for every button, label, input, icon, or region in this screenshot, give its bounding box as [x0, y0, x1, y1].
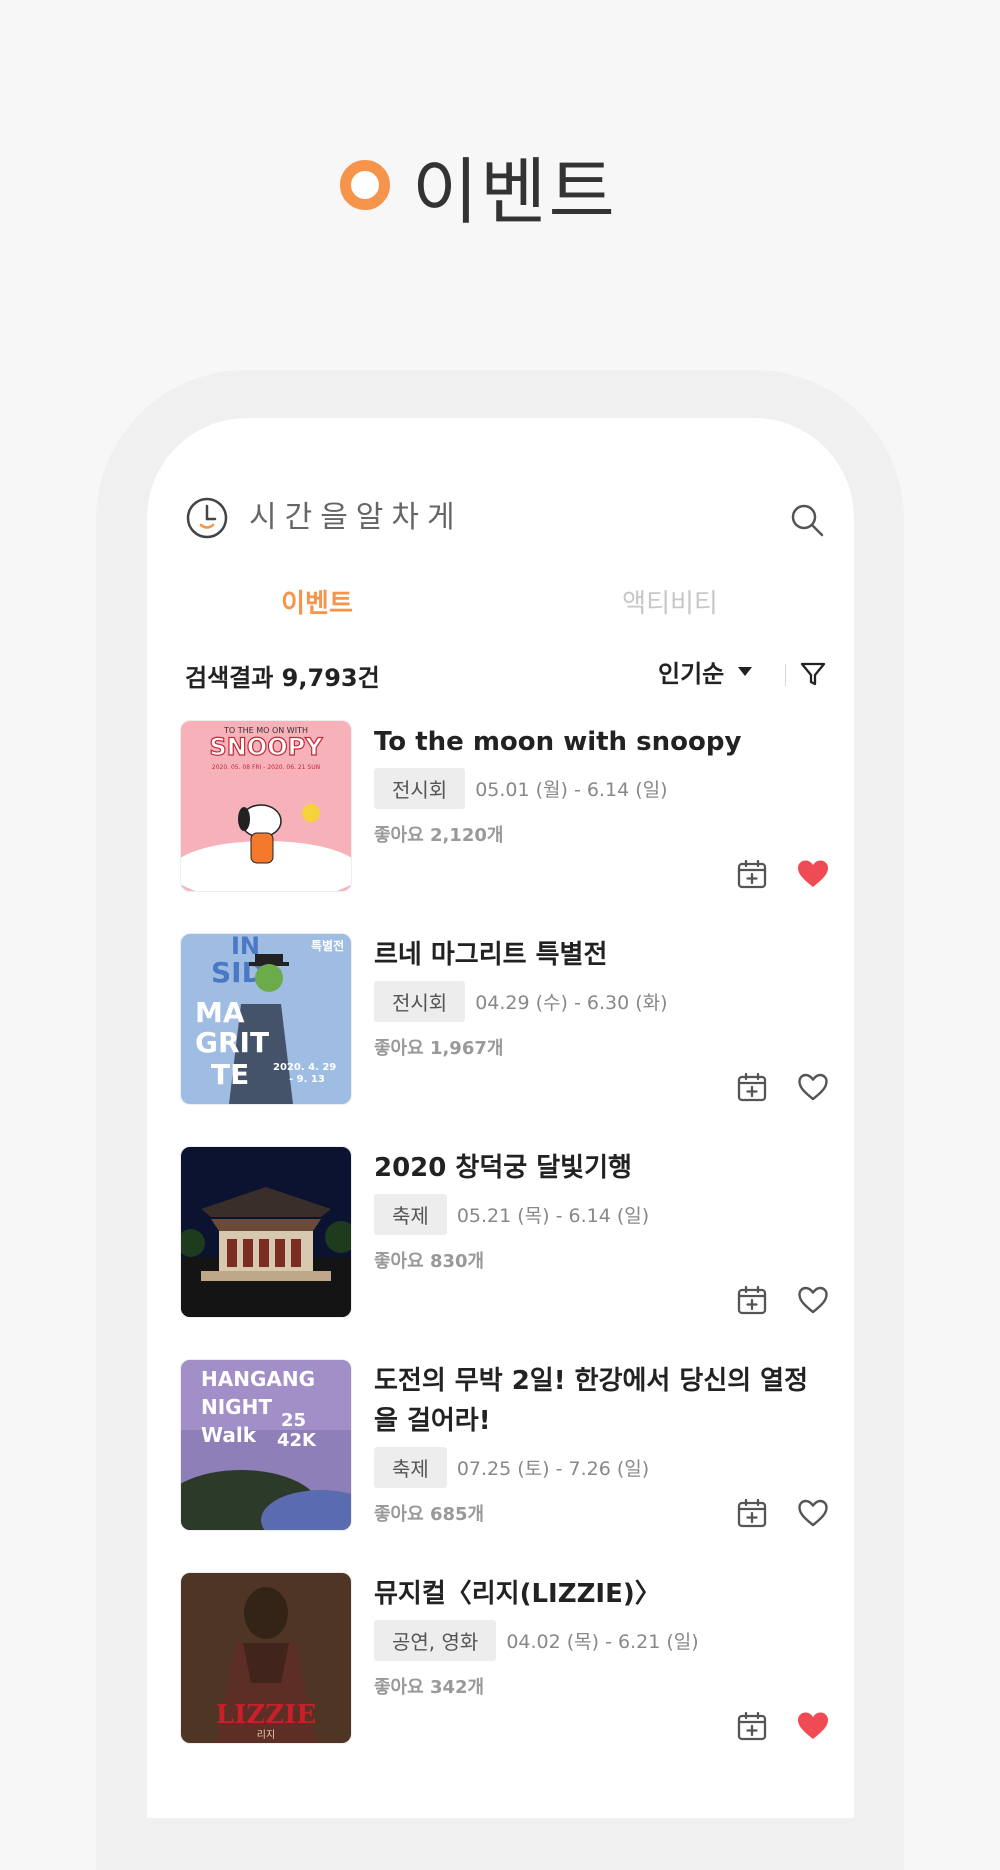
event-info: To the moon with snoopy 전시회 05.01 (월) - … — [374, 720, 814, 847]
item-actions — [736, 1284, 830, 1316]
event-meta: 축제 07.25 (토) - 7.26 (일) — [374, 1447, 814, 1488]
thumb-text: GRIT — [195, 1026, 269, 1059]
event-thumbnail: TO THE MO ON WITH SNOOPY 2020. 05. 08 FR… — [180, 720, 352, 892]
event-title: 2020 창덕궁 달빛기행 — [374, 1153, 632, 1183]
event-meta: 전시회 05.01 (월) - 6.14 (일) — [374, 768, 814, 809]
like-count: 좋아요 830개 — [374, 1251, 485, 1272]
thumb-text: 2020. 4. 29 — [273, 1062, 336, 1073]
heart-filled-icon[interactable] — [796, 1710, 830, 1742]
thumb-text: HANGANG — [201, 1367, 315, 1391]
event-meta: 축제 05.21 (목) - 6.14 (일) — [374, 1194, 814, 1235]
calendar-add-icon[interactable] — [736, 1284, 768, 1316]
event-date: 04.29 (수) - 6.30 (화) — [475, 992, 668, 1014]
like-count: 좋아요 1,967개 — [374, 1038, 504, 1059]
filter-icon[interactable] — [797, 658, 829, 690]
tab-activities[interactable]: 액티비티 — [570, 578, 770, 630]
calendar-add-icon[interactable] — [736, 858, 768, 890]
heart-filled-icon[interactable] — [796, 858, 830, 890]
category-tag: 전시회 — [374, 768, 466, 809]
tab-events[interactable]: 이벤트 — [217, 578, 417, 630]
category-tag: 축제 — [374, 1447, 447, 1488]
like-count: 좋아요 2,120개 — [374, 825, 504, 846]
search-icon[interactable] — [789, 502, 825, 538]
item-actions — [736, 1497, 830, 1529]
event-item[interactable]: HANGANG NIGHT Walk 25 42K 도전의 무박 2일! 한강에… — [180, 1359, 830, 1531]
clock-smile-logo-icon — [186, 497, 228, 539]
phone-screen: 시간을알차게 이벤트 액티비티 검색결과 9,793건 인기순 TO THE M… — [147, 418, 854, 1818]
sort-label: 인기순 — [658, 660, 725, 688]
section-title: 이벤트 — [412, 149, 617, 234]
caret-down-icon — [738, 667, 753, 676]
thumb-text: LIZZIE — [216, 1700, 316, 1730]
divider — [785, 664, 786, 686]
thumb-text: 2020. 05. 08 FRI - 2020. 06. 21 SUN — [212, 764, 320, 771]
sort-dropdown[interactable]: 인기순 — [658, 654, 753, 689]
thumb-text: 42K — [277, 1430, 317, 1451]
result-toolbar: 검색결과 9,793건 인기순 — [185, 650, 826, 700]
like-count: 좋아요 342개 — [374, 1677, 485, 1698]
event-item[interactable]: IN SIDE 특별전 MA GRIT TE 2020. 4. 29 - 9. … — [180, 933, 830, 1105]
thumb-text: SNOOPY — [209, 733, 323, 761]
event-title: 도전의 무박 2일! 한강에서 당신의 열정을 걸어라! — [374, 1366, 809, 1436]
event-item[interactable]: 2020 창덕궁 달빛기행 축제 05.21 (목) - 6.14 (일) 좋아… — [180, 1146, 830, 1318]
heart-outline-icon[interactable] — [796, 1284, 830, 1316]
event-meta: 공연, 영화 04.02 (목) - 6.21 (일) — [374, 1620, 814, 1661]
event-date: 07.25 (토) - 7.26 (일) — [456, 1458, 650, 1480]
category-tag: 공연, 영화 — [374, 1620, 497, 1661]
thumb-text: 특별전 — [311, 938, 344, 953]
orange-dot-icon — [340, 160, 390, 210]
calendar-add-icon[interactable] — [736, 1710, 768, 1742]
category-tag: 전시회 — [374, 981, 466, 1022]
section-heading: 이벤트 — [340, 140, 617, 234]
event-date: 04.02 (목) - 6.21 (일) — [506, 1631, 699, 1653]
event-info: 2020 창덕궁 달빛기행 축제 05.21 (목) - 6.14 (일) 좋아… — [374, 1146, 814, 1273]
event-thumbnail: LIZZIE 리지 — [180, 1572, 352, 1744]
event-thumbnail: IN SIDE 특별전 MA GRIT TE 2020. 4. 29 - 9. … — [180, 933, 352, 1105]
heart-outline-icon[interactable] — [796, 1071, 830, 1103]
item-actions — [736, 1071, 830, 1103]
category-tag: 축제 — [374, 1194, 447, 1235]
event-meta: 전시회 04.29 (수) - 6.30 (화) — [374, 981, 814, 1022]
thumb-text: MA — [195, 996, 245, 1029]
event-date: 05.21 (목) - 6.14 (일) — [456, 1205, 650, 1227]
thumb-text: TE — [211, 1058, 249, 1091]
event-thumbnail: HANGANG NIGHT Walk 25 42K — [180, 1359, 352, 1531]
event-title: 르네 마그리트 특별전 — [374, 940, 608, 970]
tab-bar: 이벤트 액티비티 — [147, 578, 854, 630]
thumb-text: 리지 — [257, 1729, 275, 1741]
app-title: 시간을알차게 — [249, 500, 463, 535]
thumb-text: 25 — [281, 1410, 306, 1431]
event-item[interactable]: LIZZIE 리지 뮤지컬〈리지(LIZZIE)〉 공연, 영화 04.02 (… — [180, 1572, 830, 1744]
event-info: 르네 마그리트 특별전 전시회 04.29 (수) - 6.30 (화) 좋아요… — [374, 933, 814, 1060]
result-count: 검색결과 9,793건 — [185, 664, 380, 692]
event-title: 뮤지컬〈리지(LIZZIE)〉 — [374, 1579, 661, 1609]
event-info: 뮤지컬〈리지(LIZZIE)〉 공연, 영화 04.02 (목) - 6.21 … — [374, 1572, 814, 1699]
event-item[interactable]: TO THE MO ON WITH SNOOPY 2020. 05. 08 FR… — [180, 720, 830, 892]
app-header: 시간을알차게 — [185, 496, 825, 544]
calendar-add-icon[interactable] — [736, 1497, 768, 1529]
event-thumbnail — [180, 1146, 352, 1318]
event-date: 05.01 (월) - 6.14 (일) — [475, 779, 668, 801]
thumb-text: Walk — [201, 1423, 257, 1447]
event-title: To the moon with snoopy — [374, 727, 742, 757]
item-actions — [736, 858, 830, 890]
calendar-add-icon[interactable] — [736, 1071, 768, 1103]
thumb-text: - 9. 13 — [289, 1074, 325, 1085]
item-actions — [736, 1710, 830, 1742]
heart-outline-icon[interactable] — [796, 1497, 830, 1529]
thumb-text: NIGHT — [201, 1395, 272, 1419]
